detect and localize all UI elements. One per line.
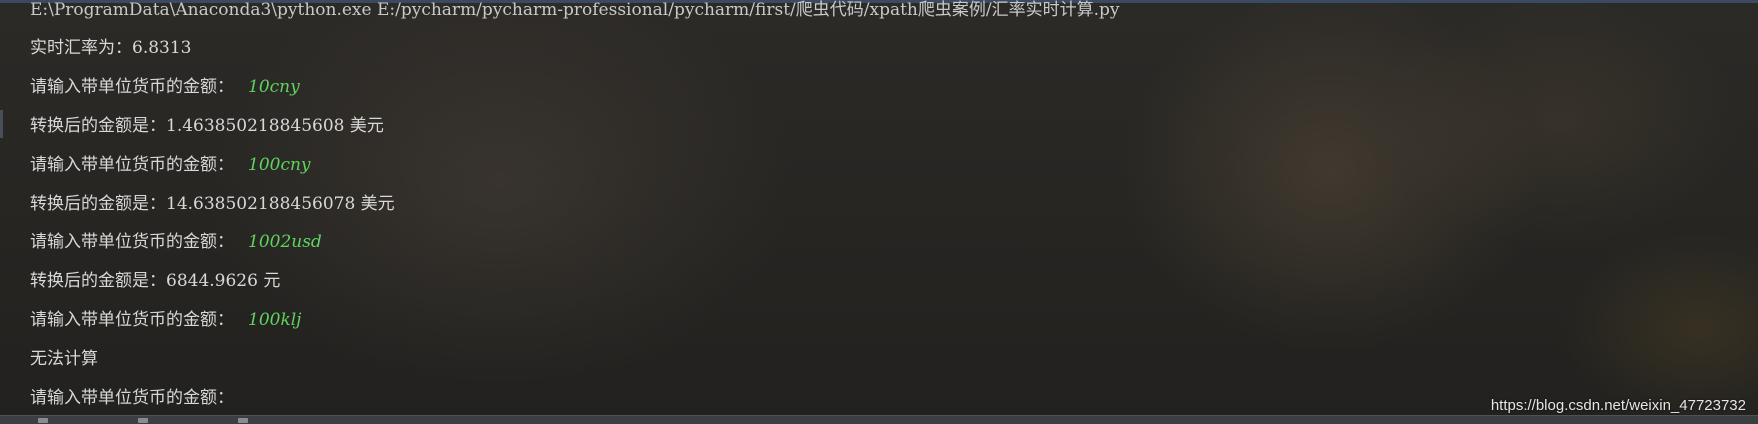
input-prompt-line: 请输入带单位货币的金额： 10cny xyxy=(30,75,300,99)
run-console[interactable]: E:\ProgramData\Anaconda3\python.exe E:/p… xyxy=(0,0,1758,424)
input-prompt: 请输入带单位货币的金额： xyxy=(30,77,234,97)
input-prompt-line[interactable]: 请输入带单位货币的金额： xyxy=(30,386,248,410)
user-input: 1002usd xyxy=(248,232,322,252)
toolbar-icon[interactable] xyxy=(238,418,248,423)
user-input: 100cny xyxy=(248,155,311,175)
input-prompt: 请输入带单位货币的金额： xyxy=(30,232,234,252)
output-line: 转换后的金额是：6844.9626 元 xyxy=(30,271,281,291)
tool-window-bar xyxy=(0,415,1758,424)
user-input: 100klj xyxy=(248,310,302,330)
console-gutter-marker xyxy=(0,110,3,138)
watermark: https://blog.csdn.net/weixin_47723732 xyxy=(1490,397,1746,414)
toolbar-icon[interactable] xyxy=(138,418,148,423)
input-prompt-line: 请输入带单位货币的金额： 100klj xyxy=(30,308,301,332)
input-prompt-line: 请输入带单位货币的金额： 1002usd xyxy=(30,230,322,254)
input-prompt-line: 请输入带单位货币的金额： 100cny xyxy=(30,153,311,177)
rate-line: 实时汇率为：6.8313 xyxy=(30,38,192,58)
command-line: E:\ProgramData\Anaconda3\python.exe E:/p… xyxy=(30,0,1120,20)
input-prompt: 请输入带单位货币的金额： xyxy=(30,155,234,175)
output-line: 转换后的金额是：14.638502188456078 美元 xyxy=(30,194,395,214)
user-input: 10cny xyxy=(248,77,300,97)
output-line: 转换后的金额是：1.463850218845608 美元 xyxy=(30,116,384,136)
input-prompt: 请输入带单位货币的金额： xyxy=(30,310,234,330)
output-line: 无法计算 xyxy=(30,349,98,369)
input-prompt: 请输入带单位货币的金额： xyxy=(30,388,234,408)
toolbar-icon[interactable] xyxy=(38,418,48,423)
